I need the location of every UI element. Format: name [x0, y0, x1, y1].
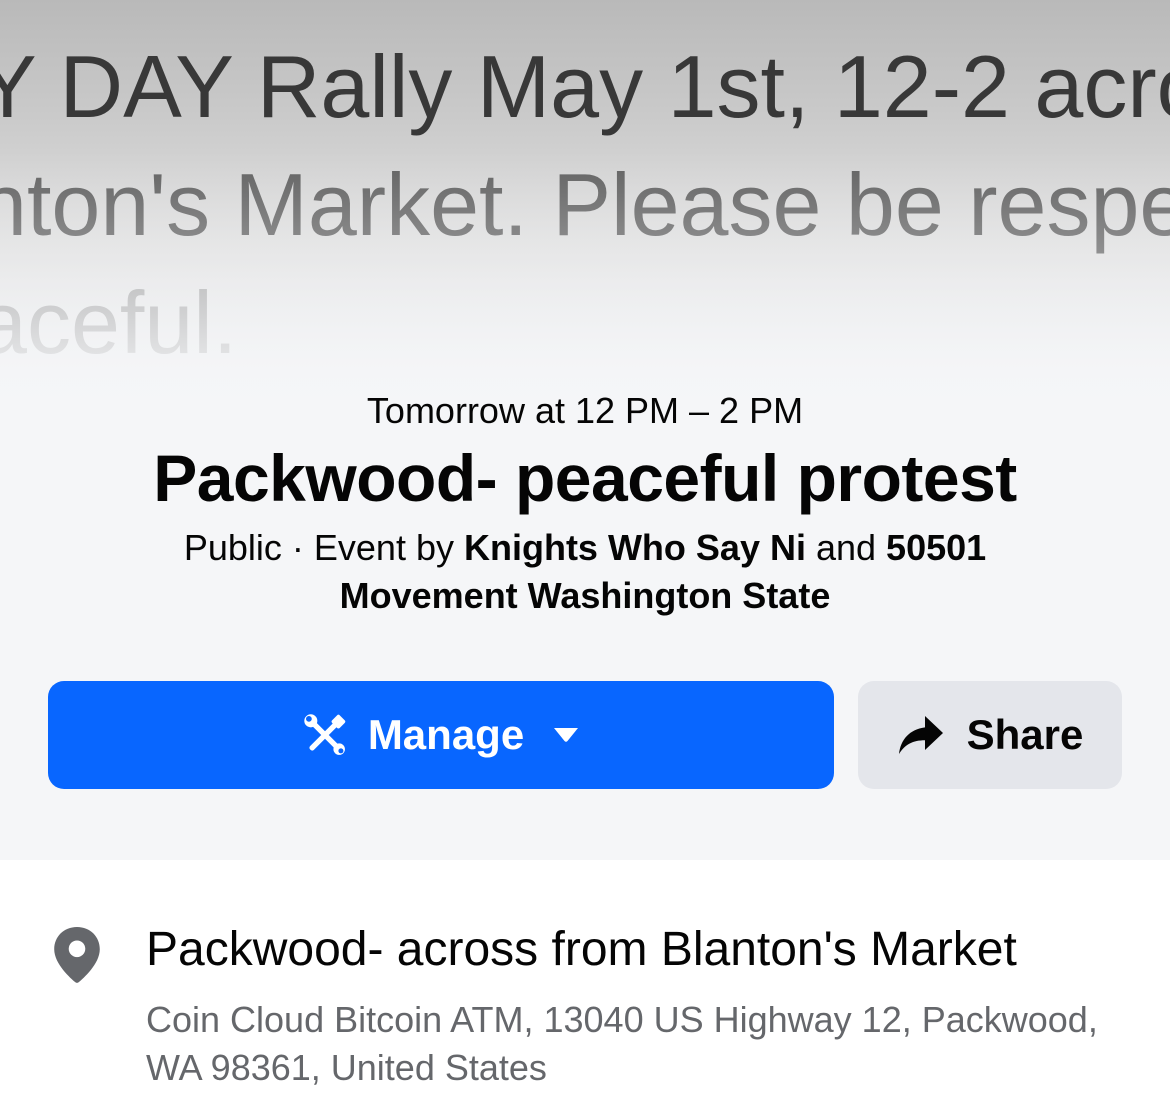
cover-text-line: aceful.: [0, 273, 238, 372]
tools-icon: [302, 712, 348, 758]
cover-text-line: Y DAY Rally May 1st, 12-2 across: [0, 37, 1170, 136]
cover-image-text: Y DAY Rally May 1st, 12-2 across nton's …: [0, 28, 1170, 382]
event-title: Packwood- peaceful protest: [153, 441, 1017, 515]
event-date-time: Tomorrow at 12 PM – 2 PM: [366, 390, 804, 431]
location-name: Packwood- across from Blanton's Market: [146, 923, 1017, 976]
share-button[interactable]: Share: [858, 681, 1122, 789]
location-address: Coin Cloud Bitcoin ATM, 13040 US Highway…: [146, 999, 1098, 1088]
manage-button[interactable]: Manage: [48, 681, 834, 789]
event-host-and: and: [805, 527, 887, 568]
event-location[interactable]: Packwood- across from Blanton's Market C…: [0, 860, 1170, 1119]
share-arrow-icon: [897, 713, 945, 757]
cover-text-line: nton's Market. Please be respect: [0, 155, 1170, 254]
map-pin-icon: [52, 926, 102, 989]
event-meta: Public · Event by Knights Who Say Ni and…: [120, 524, 1050, 620]
event-host-link[interactable]: Knights Who Say Ni: [464, 527, 806, 568]
event-cover: Y DAY Rally May 1st, 12-2 across nton's …: [0, 0, 1170, 860]
manage-button-label: Manage: [367, 711, 525, 758]
event-by-separator: · Event by: [281, 527, 464, 568]
event-privacy: Public: [183, 527, 282, 568]
share-button-label: Share: [966, 711, 1084, 758]
caret-down-icon: [552, 726, 580, 744]
